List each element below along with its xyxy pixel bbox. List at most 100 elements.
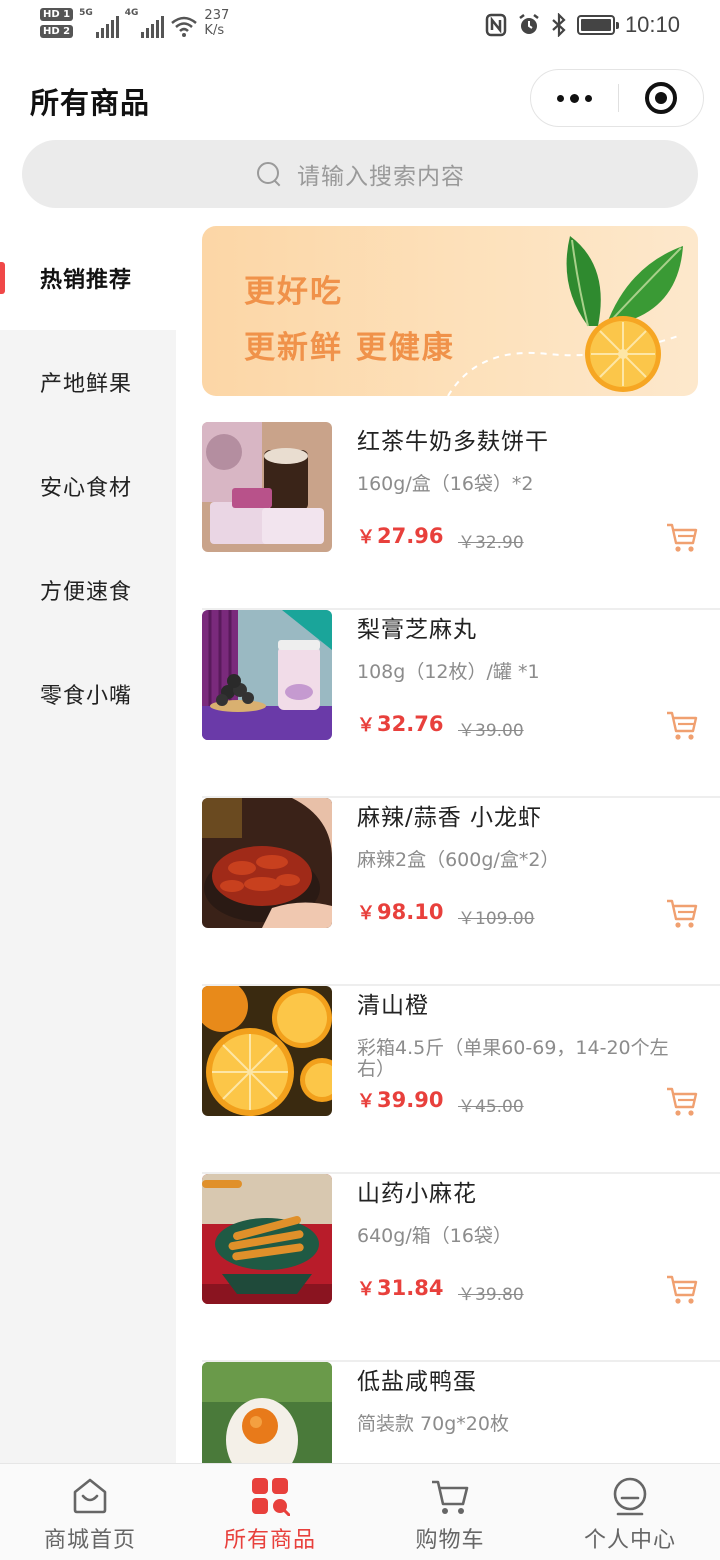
speed-value: 237 — [204, 8, 230, 23]
price-value: 98.10 — [377, 900, 444, 924]
page-title: 所有商品 — [30, 86, 151, 120]
grid-icon — [252, 1478, 290, 1516]
product-original-price: ￥39.80 — [458, 1285, 524, 1305]
search-icon — [255, 160, 283, 188]
capsule-divider — [618, 84, 619, 112]
tab-home[interactable]: 商城首页 — [0, 1464, 180, 1560]
product-spec: 简装款 70g*20枚 — [357, 1413, 509, 1435]
product-price: ￥39.90 — [357, 1087, 443, 1113]
product-item[interactable]: 低盐咸鸭蛋 简装款 70g*20枚 — [202, 1362, 720, 1463]
bluetooth-icon — [552, 13, 566, 37]
product-item[interactable]: 麻辣/蒜香 小龙虾 麻辣2盒（600g/盒*2） ￥98.10 ￥109.00 — [202, 798, 720, 986]
product-original-price: ￥45.00 — [458, 1097, 524, 1117]
more-dot-icon — [557, 94, 564, 102]
net1-label: 5G — [79, 8, 93, 18]
product-item[interactable]: 梨膏芝麻丸 108g（12枚）/罐 *1 ￥32.76 ￥39.00 — [202, 610, 720, 798]
price-value: 32.76 — [377, 712, 444, 736]
currency-symbol: ￥ — [357, 715, 375, 736]
battery-icon — [576, 15, 619, 35]
orange-leaf-illustration — [447, 236, 683, 396]
user-icon — [613, 1477, 647, 1516]
status-bar: HD 1 HD 2 5G 4G 237 K/s 10:10 — [0, 0, 720, 56]
product-image-biscuit[interactable] — [202, 422, 332, 552]
product-spec: 彩箱4.5斤（单果60-69，14-20个左右） — [357, 1037, 669, 1080]
status-right: 10:10 — [485, 12, 680, 38]
tab-all-products[interactable]: 所有商品 — [180, 1464, 360, 1560]
promo-banner[interactable]: 更好吃 更新鲜 更健康 — [202, 226, 698, 396]
tab-label: 购物车 — [415, 1528, 485, 1553]
product-name[interactable]: 麻辣/蒜香 小龙虾 — [357, 798, 542, 832]
cart-icon — [432, 1480, 469, 1514]
add-to-cart-icon[interactable] — [665, 896, 699, 930]
network-speed: 237 K/s — [204, 8, 229, 38]
add-to-cart-icon[interactable] — [665, 708, 699, 742]
product-list-area: 更好吃 更新鲜 更健康 红茶牛奶多麸饼干 160g/盒（16袋）*2 ￥27.9… — [176, 226, 720, 1463]
product-name[interactable]: 清山橙 — [357, 986, 429, 1020]
product-name[interactable]: 梨膏芝麻丸 — [357, 610, 477, 644]
product-item[interactable]: 清山橙 彩箱4.5斤（单果60-69，14-20个左右） ￥39.90 ￥45.… — [202, 986, 720, 1174]
product-name[interactable]: 红茶牛奶多麸饼干 — [357, 422, 549, 456]
sidebar-item-fruit[interactable]: 产地鲜果 — [0, 330, 176, 434]
sidebar-item-snacks[interactable]: 零食小嘴 — [0, 642, 176, 746]
sidebar-item-ingredients[interactable]: 安心食材 — [0, 434, 176, 538]
price-value: 27.96 — [377, 524, 444, 548]
product-name[interactable]: 山药小麻花 — [357, 1174, 477, 1208]
product-price: ￥27.96 — [357, 523, 443, 549]
product-name[interactable]: 低盐咸鸭蛋 — [357, 1362, 477, 1396]
product-original-price: ￥39.00 — [458, 721, 524, 741]
miniprogram-capsule — [530, 69, 704, 127]
more-dot-icon — [585, 94, 592, 102]
hd1-badge: HD 1 — [40, 8, 74, 21]
signal-4g-icon: 4G — [125, 8, 165, 38]
sidebar-item-hot[interactable]: 热销推荐 — [0, 226, 176, 330]
price-value: 39.90 — [377, 1088, 444, 1112]
add-to-cart-icon[interactable] — [665, 1084, 699, 1118]
nfc-icon — [485, 13, 507, 37]
more-dot-icon — [570, 93, 579, 103]
product-original-price: ￥32.90 — [458, 533, 524, 553]
currency-symbol: ￥ — [357, 903, 375, 924]
status-left: HD 1 HD 2 5G 4G 237 K/s — [40, 8, 229, 38]
close-miniprogram-button[interactable] — [645, 82, 677, 114]
status-time: 10:10 — [624, 12, 680, 37]
tab-cart[interactable]: 购物车 — [360, 1464, 540, 1560]
search-bar[interactable]: 请输入搜索内容 — [22, 140, 698, 208]
signal-5g-icon: 5G — [79, 8, 119, 38]
banner-line1: 更好吃 — [244, 274, 343, 310]
more-menu-button[interactable] — [531, 70, 618, 126]
tab-profile[interactable]: 个人中心 — [540, 1464, 720, 1560]
product-image-orange[interactable] — [202, 986, 332, 1116]
category-sidebar: 热销推荐 产地鲜果 安心食材 方便速食 零食小嘴 — [0, 226, 176, 1463]
home-bag-icon — [73, 1478, 107, 1514]
speed-unit: K/s — [204, 23, 225, 38]
product-original-price: ￥109.00 — [458, 909, 535, 929]
tab-label: 个人中心 — [583, 1528, 676, 1553]
hd-indicators: HD 1 HD 2 — [40, 8, 74, 38]
bottom-tab-bar: 商城首页 所有商品 购物车 个人中心 — [0, 1463, 720, 1560]
tab-label: 所有商品 — [223, 1528, 316, 1553]
product-image-sesame-balls[interactable] — [202, 610, 332, 740]
product-spec: 160g/盒（16袋）*2 — [357, 473, 534, 495]
add-to-cart-icon[interactable] — [665, 1272, 699, 1306]
search-placeholder: 请输入搜索内容 — [297, 164, 465, 190]
wifi-icon — [171, 16, 198, 37]
product-image-salted-egg[interactable] — [202, 1362, 332, 1463]
banner-line2: 更新鲜 更健康 — [244, 330, 455, 366]
product-price: ￥31.84 — [357, 1275, 443, 1301]
currency-symbol: ￥ — [357, 527, 375, 548]
currency-symbol: ￥ — [357, 1091, 375, 1112]
product-image-crayfish[interactable] — [202, 798, 332, 928]
add-to-cart-icon[interactable] — [665, 520, 699, 554]
hd2-badge: HD 2 — [40, 25, 74, 38]
sidebar-item-instant[interactable]: 方便速食 — [0, 538, 176, 642]
product-spec: 麻辣2盒（600g/盒*2） — [357, 849, 560, 871]
product-item[interactable]: 红茶牛奶多麸饼干 160g/盒（16袋）*2 ￥27.96 ￥32.90 — [202, 422, 720, 610]
tab-label: 商城首页 — [43, 1528, 136, 1553]
currency-symbol: ￥ — [357, 1279, 375, 1300]
product-item[interactable]: 山药小麻花 640g/箱（16袋） ￥31.84 ￥39.80 — [202, 1174, 720, 1362]
alarm-icon — [519, 14, 539, 34]
price-value: 31.84 — [377, 1276, 444, 1300]
product-image-twist[interactable] — [202, 1174, 332, 1304]
product-price: ￥98.10 — [357, 899, 443, 925]
net2-label: 4G — [124, 8, 139, 18]
